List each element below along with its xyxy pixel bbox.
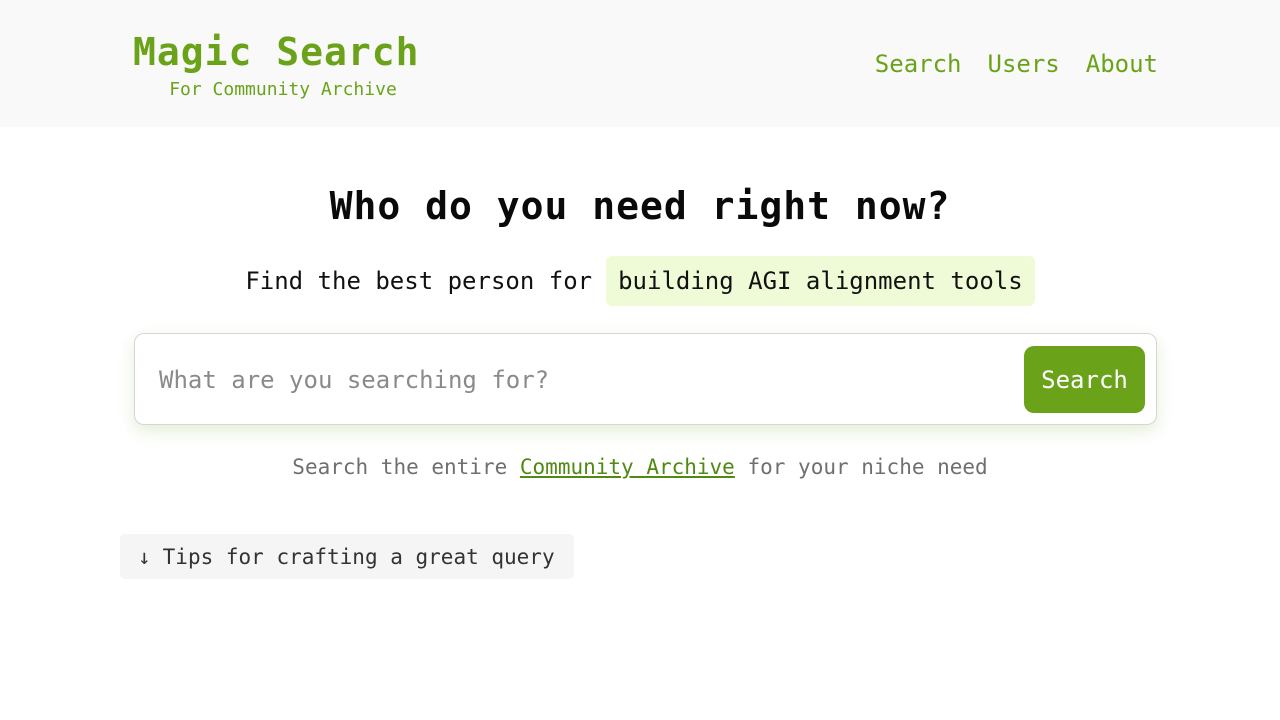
site-title[interactable]: Magic Search [133, 30, 433, 74]
brand[interactable]: Magic Search For Community Archive [133, 30, 433, 101]
arrow-down-icon: ↓ [138, 544, 151, 569]
tips-label: Tips for crafting a great query [162, 544, 555, 569]
nav-link-search[interactable]: Search [875, 47, 962, 81]
find-row: Find the best person for building AGI al… [0, 256, 1280, 306]
search-button[interactable]: Search [1024, 346, 1145, 413]
search-input[interactable] [159, 354, 1019, 406]
search-box: Search [134, 333, 1157, 425]
nav-link-about[interactable]: About [1086, 47, 1158, 81]
community-archive-link[interactable]: Community Archive [520, 455, 735, 479]
main-nav: Search Users About [875, 47, 1158, 81]
site-subtitle: For Community Archive [169, 79, 397, 100]
top-bar: Magic Search For Community Archive Searc… [0, 0, 1280, 127]
helper-prefix: Search the entire [292, 455, 508, 479]
tips-toggle[interactable]: ↓ Tips for crafting a great query [120, 534, 574, 579]
nav-link-users[interactable]: Users [988, 47, 1060, 81]
page-headline: Who do you need right now? [329, 184, 951, 228]
find-topic-highlight: building AGI alignment tools [606, 256, 1035, 306]
find-label: Find the best person for [245, 267, 593, 295]
helper-text: Search the entire Community Archive for … [0, 452, 1280, 482]
helper-suffix: for your niche need [747, 455, 988, 479]
